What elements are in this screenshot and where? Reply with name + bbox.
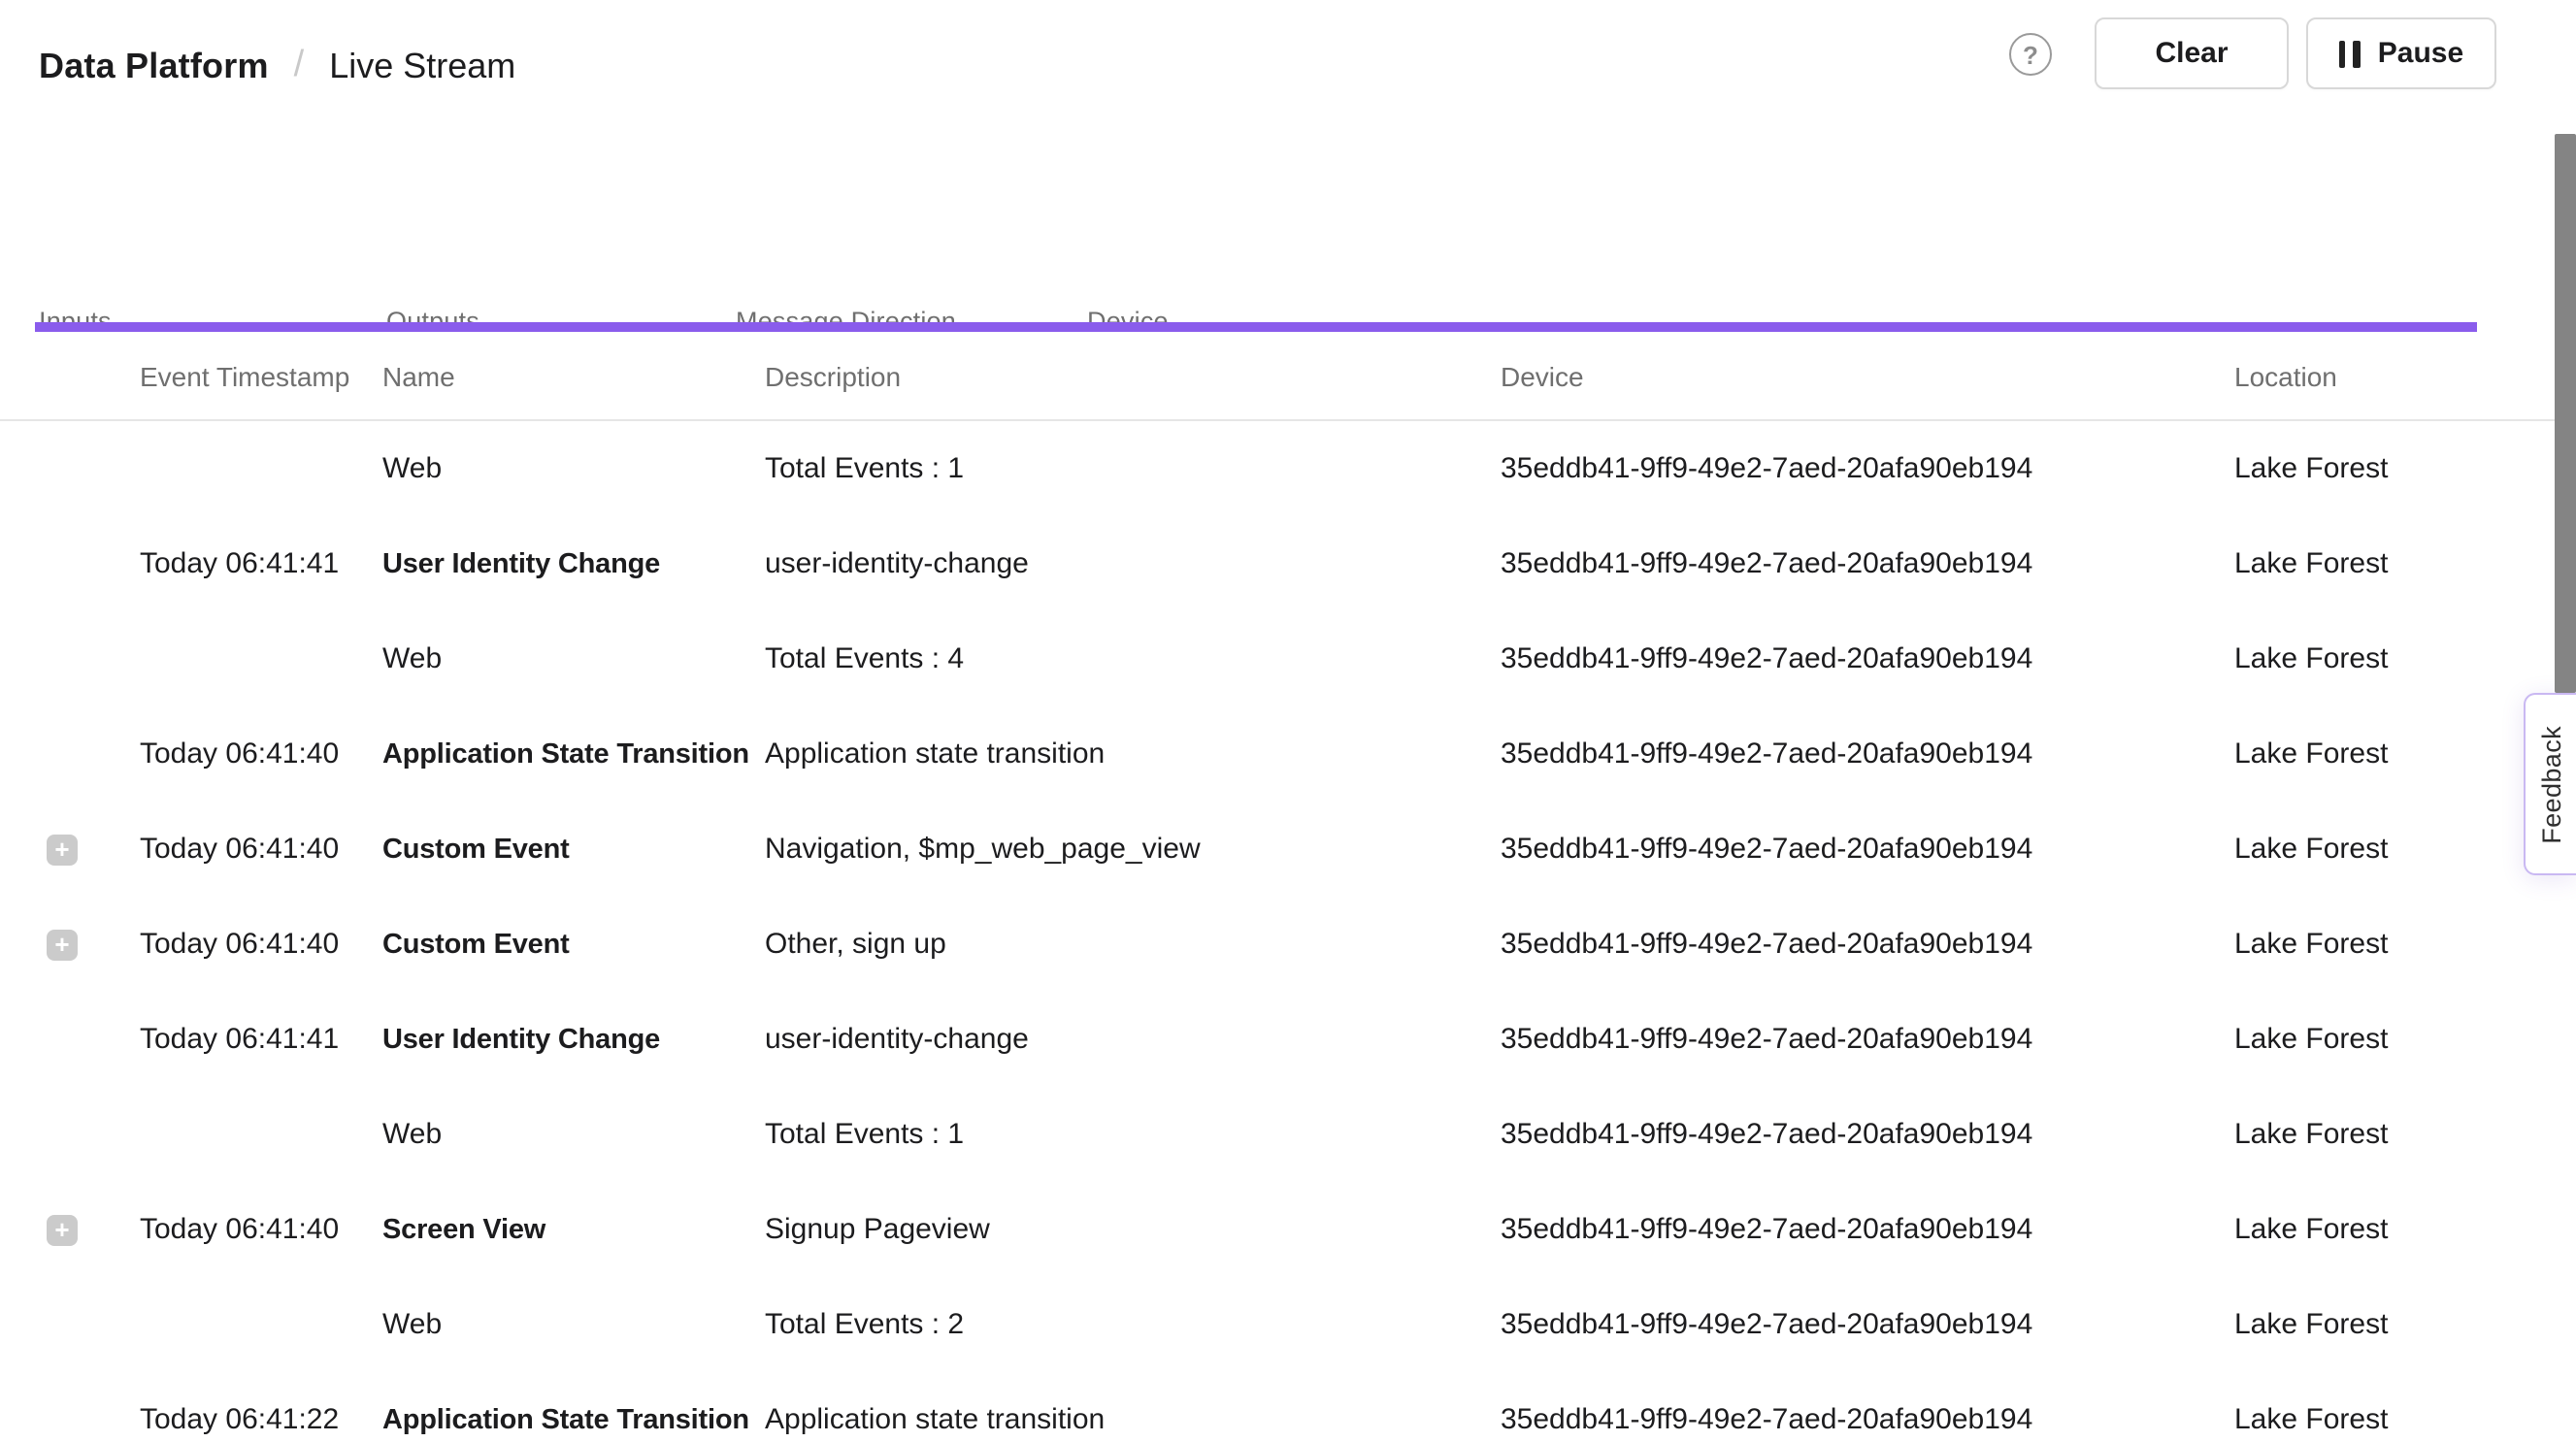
row-event-timestamp: Today 06:41:40: [140, 928, 382, 961]
column-header-event-timestamp: Event Timestamp: [140, 360, 382, 391]
row-description: Signup Pageview: [765, 1213, 1501, 1246]
vertical-scrollbar-thumb[interactable]: [2555, 134, 2576, 693]
row-name: Web: [382, 642, 765, 675]
row-name: Application State Transition: [382, 1404, 765, 1435]
row-location: Lake Forest: [2234, 547, 2555, 580]
page-header: Data Platform / Live Stream ? Clear Paus…: [0, 0, 2576, 134]
live-stream-page: Data Platform / Live Stream ? Clear Paus…: [0, 0, 2576, 1442]
expand-plus-icon[interactable]: +: [47, 1214, 78, 1245]
row-device: 35eddb41-9ff9-49e2-7aed-20afa90eb194: [1501, 1118, 2234, 1151]
row-device: 35eddb41-9ff9-49e2-7aed-20afa90eb194: [1501, 452, 2234, 485]
feedback-tab[interactable]: Feedback: [2524, 693, 2576, 875]
row-expand-cell: +: [0, 929, 140, 960]
filter-bar: Inputs All Inputs Outputs All Outputs Me…: [0, 132, 2576, 332]
column-header-description: Description: [765, 360, 1501, 391]
row-location: Lake Forest: [2234, 452, 2555, 485]
row-location: Lake Forest: [2234, 928, 2555, 961]
row-device: 35eddb41-9ff9-49e2-7aed-20afa90eb194: [1501, 642, 2234, 675]
row-name: Web: [382, 452, 765, 485]
row-location: Lake Forest: [2234, 737, 2555, 770]
table-row[interactable]: Today 06:41:40 Application State Transit…: [0, 706, 2555, 802]
row-event-timestamp: Today 06:41:40: [140, 1213, 382, 1246]
breadcrumb-separator: /: [294, 45, 305, 87]
table-row[interactable]: + Today 06:41:40 Custom Event Other, sig…: [0, 897, 2555, 992]
column-header-device: Device: [1501, 360, 2234, 391]
row-event-timestamp: Today 06:41:40: [140, 833, 382, 866]
row-location: Lake Forest: [2234, 1213, 2555, 1246]
pause-button[interactable]: Pause: [2306, 17, 2496, 89]
breadcrumb-section[interactable]: Data Platform: [39, 46, 269, 86]
row-name: User Identity Change: [382, 548, 765, 579]
row-event-timestamp: Today 06:41:22: [140, 1403, 382, 1436]
help-icon[interactable]: ?: [2009, 33, 2052, 76]
row-name: Application State Transition: [382, 738, 765, 770]
row-expand-cell: +: [0, 1214, 140, 1245]
row-name: Web: [382, 1308, 765, 1341]
clear-button-label: Clear: [2155, 37, 2228, 70]
feedback-tab-label: Feedback: [2536, 725, 2565, 843]
row-description: Total Events : 1: [765, 1118, 1501, 1151]
table-row[interactable]: Today 06:41:41 User Identity Change user…: [0, 992, 2555, 1087]
row-device: 35eddb41-9ff9-49e2-7aed-20afa90eb194: [1501, 737, 2234, 770]
row-event-timestamp: Today 06:41:41: [140, 1023, 382, 1056]
row-device: 35eddb41-9ff9-49e2-7aed-20afa90eb194: [1501, 928, 2234, 961]
pause-icon: [2339, 40, 2361, 67]
row-location: Lake Forest: [2234, 1308, 2555, 1341]
row-description: user-identity-change: [765, 547, 1501, 580]
table-header-row: Event Timestamp Name Description Device …: [0, 332, 2555, 421]
row-location: Lake Forest: [2234, 1118, 2555, 1151]
row-name: Custom Event: [382, 929, 765, 960]
row-name: User Identity Change: [382, 1024, 765, 1055]
row-device: 35eddb41-9ff9-49e2-7aed-20afa90eb194: [1501, 1308, 2234, 1341]
pause-button-label: Pause: [2378, 37, 2463, 70]
row-device: 35eddb41-9ff9-49e2-7aed-20afa90eb194: [1501, 1403, 2234, 1436]
table-row[interactable]: Web Total Events : 1 35eddb41-9ff9-49e2-…: [0, 421, 2555, 516]
column-header-name: Name: [382, 360, 765, 391]
row-device: 35eddb41-9ff9-49e2-7aed-20afa90eb194: [1501, 547, 2234, 580]
row-name: Web: [382, 1118, 765, 1151]
stream-progress-bar: [35, 322, 2477, 332]
table-row[interactable]: Web Total Events : 1 35eddb41-9ff9-49e2-…: [0, 1087, 2555, 1182]
row-description: Total Events : 4: [765, 642, 1501, 675]
row-device: 35eddb41-9ff9-49e2-7aed-20afa90eb194: [1501, 833, 2234, 866]
row-description: Application state transition: [765, 737, 1501, 770]
row-description: Other, sign up: [765, 928, 1501, 961]
row-device: 35eddb41-9ff9-49e2-7aed-20afa90eb194: [1501, 1213, 2234, 1246]
row-description: user-identity-change: [765, 1023, 1501, 1056]
row-description: Navigation, $mp_web_page_view: [765, 833, 1501, 866]
row-event-timestamp: Today 06:41:40: [140, 737, 382, 770]
table-row[interactable]: Today 06:41:22 Application State Transit…: [0, 1372, 2555, 1442]
table-row[interactable]: + Today 06:41:40 Custom Event Navigation…: [0, 802, 2555, 897]
expand-plus-icon[interactable]: +: [47, 834, 78, 865]
page-title: Live Stream: [329, 46, 515, 86]
table-row[interactable]: Web Total Events : 4 35eddb41-9ff9-49e2-…: [0, 611, 2555, 706]
event-table: Event Timestamp Name Description Device …: [0, 332, 2555, 1442]
row-location: Lake Forest: [2234, 1403, 2555, 1436]
row-location: Lake Forest: [2234, 1023, 2555, 1056]
clear-button[interactable]: Clear: [2095, 17, 2289, 89]
column-header-location: Location: [2234, 360, 2555, 391]
row-description: Total Events : 2: [765, 1308, 1501, 1341]
table-row[interactable]: + Today 06:41:40 Screen View Signup Page…: [0, 1182, 2555, 1277]
row-description: Total Events : 1: [765, 452, 1501, 485]
row-device: 35eddb41-9ff9-49e2-7aed-20afa90eb194: [1501, 1023, 2234, 1056]
row-location: Lake Forest: [2234, 642, 2555, 675]
row-description: Application state transition: [765, 1403, 1501, 1436]
table-row[interactable]: Web Total Events : 2 35eddb41-9ff9-49e2-…: [0, 1277, 2555, 1372]
table-body: Web Total Events : 1 35eddb41-9ff9-49e2-…: [0, 421, 2555, 1442]
row-name: Screen View: [382, 1214, 765, 1245]
row-location: Lake Forest: [2234, 833, 2555, 866]
breadcrumb: Data Platform / Live Stream: [39, 0, 515, 132]
expand-plus-icon[interactable]: +: [47, 929, 78, 960]
row-event-timestamp: Today 06:41:41: [140, 547, 382, 580]
table-row[interactable]: Today 06:41:41 User Identity Change user…: [0, 516, 2555, 611]
row-name: Custom Event: [382, 834, 765, 865]
row-expand-cell: +: [0, 834, 140, 865]
